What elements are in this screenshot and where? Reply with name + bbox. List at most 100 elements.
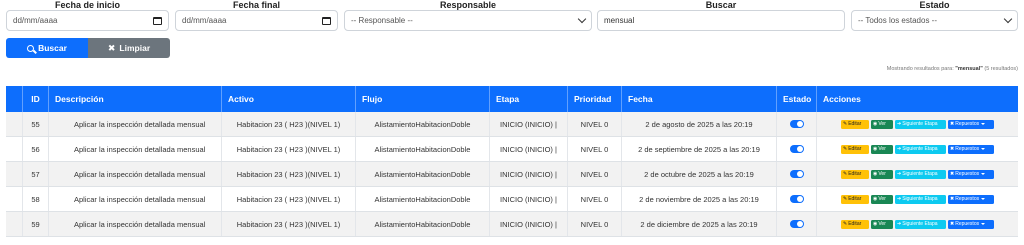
eye-icon: ◉: [873, 221, 878, 227]
cell-estado: [776, 137, 816, 161]
search-button-label: Buscar: [38, 43, 67, 53]
caret-down-icon: [981, 173, 986, 175]
caret-down-icon: [981, 223, 986, 225]
table-row: 59 Aplicar la inspección detallada mensu…: [6, 212, 1018, 237]
fecha-final-value: dd/mm/aaaa: [182, 16, 227, 25]
table-row: 57 Aplicar la inspección detallada mensu…: [6, 162, 1018, 187]
cell-estado: [776, 162, 816, 186]
repuestos-dropdown-button[interactable]: ✖ Repuestos: [948, 194, 994, 204]
filter-buscar: Buscar mensual: [597, 0, 845, 32]
header-id[interactable]: ID: [22, 86, 48, 112]
chevron-down-icon: [577, 14, 587, 24]
repuestos-button-label: Repuestos: [955, 221, 980, 227]
next-stage-button[interactable]: ➔ Siguiente Etapa: [895, 194, 946, 204]
clear-button[interactable]: ✖ Limpiar: [88, 38, 170, 58]
action-group: ✎ Editar ◉ Ver ➔ Siguiente Etapa ✖ Repue…: [841, 194, 994, 204]
view-button[interactable]: ◉ Ver: [871, 144, 893, 154]
caret-down-icon: [981, 198, 986, 200]
cell-descripcion: Aplicar la inspección detallada mensual: [48, 187, 221, 211]
arrow-right-icon: ➔: [897, 121, 902, 127]
close-icon: ✖: [107, 42, 116, 53]
next-stage-button[interactable]: ➔ Siguiente Etapa: [895, 219, 946, 229]
edit-icon: ✎: [843, 171, 848, 177]
header-descripcion[interactable]: Descripción: [48, 86, 221, 112]
header-estado[interactable]: Estado: [776, 86, 816, 112]
repuestos-dropdown-button[interactable]: ✖ Repuestos: [948, 144, 994, 154]
edit-button[interactable]: ✎ Editar: [841, 119, 869, 129]
fecha-final-input[interactable]: dd/mm/aaaa: [175, 10, 338, 31]
wrench-icon: ✖: [950, 221, 955, 227]
responsable-select[interactable]: -- Responsable --: [344, 10, 592, 31]
repuestos-dropdown-button[interactable]: ✖ Repuestos: [948, 219, 994, 229]
estado-select[interactable]: -- Todos los estados --: [851, 10, 1018, 31]
next-stage-button[interactable]: ➔ Siguiente Etapa: [895, 119, 946, 129]
action-group: ✎ Editar ◉ Ver ➔ Siguiente Etapa ✖ Repue…: [841, 169, 994, 179]
cell-estado: [776, 212, 816, 236]
wrench-icon: ✖: [950, 146, 955, 152]
cell-id: 57: [22, 162, 48, 186]
eye-icon: ◉: [873, 171, 878, 177]
next-stage-button-label: Siguiente Etapa: [902, 171, 938, 177]
header-activo[interactable]: Activo: [221, 86, 355, 112]
estado-toggle[interactable]: [789, 170, 804, 178]
cell-prioridad: NIVEL 0: [567, 187, 621, 211]
edit-button[interactable]: ✎ Editar: [841, 194, 869, 204]
header-prioridad[interactable]: Prioridad: [567, 86, 621, 112]
repuestos-button-label: Repuestos: [955, 121, 980, 127]
edit-button-label: Editar: [848, 171, 862, 177]
edit-button[interactable]: ✎ Editar: [841, 144, 869, 154]
search-button[interactable]: Buscar: [6, 38, 88, 58]
fecha-inicio-value: dd/mm/aaaa: [13, 16, 58, 25]
estado-toggle[interactable]: [789, 220, 804, 228]
edit-button[interactable]: ✎ Editar: [841, 219, 869, 229]
view-button-label: Ver: [878, 196, 886, 202]
edit-button[interactable]: ✎ Editar: [841, 169, 869, 179]
cell-descripcion: Aplicar la inspección detallada mensual: [48, 112, 221, 136]
repuestos-dropdown-button[interactable]: ✖ Repuestos: [948, 119, 994, 129]
repuestos-button-label: Repuestos: [955, 171, 980, 177]
cell-activo: Habitacion 23 ( H23 )(NIVEL 1): [221, 212, 355, 236]
results-table: ID Descripción Activo Flujo Etapa Priori…: [6, 86, 1018, 237]
cell-acciones: ✎ Editar ◉ Ver ➔ Siguiente Etapa ✖ Repue…: [816, 162, 1018, 186]
header-fecha[interactable]: Fecha: [621, 86, 776, 112]
table-row: 55 Aplicar la inspección detallada mensu…: [6, 112, 1018, 137]
cell-descripcion: Aplicar la inspección detallada mensual: [48, 162, 221, 186]
action-group: ✎ Editar ◉ Ver ➔ Siguiente Etapa ✖ Repue…: [841, 144, 994, 154]
repuestos-dropdown-button[interactable]: ✖ Repuestos: [948, 169, 994, 179]
chevron-down-icon: [1003, 14, 1013, 24]
next-stage-button[interactable]: ➔ Siguiente Etapa: [895, 169, 946, 179]
header-etapa[interactable]: Etapa: [489, 86, 567, 112]
calendar-icon[interactable]: [322, 16, 331, 25]
header-flujo[interactable]: Flujo: [355, 86, 489, 112]
view-button[interactable]: ◉ Ver: [871, 119, 893, 129]
cell-fecha: 2 de octubre de 2025 a las 20:19: [621, 162, 776, 186]
arrow-right-icon: ➔: [897, 171, 902, 177]
estado-toggle[interactable]: [789, 120, 804, 128]
estado-toggle[interactable]: [789, 195, 804, 203]
view-button[interactable]: ◉ Ver: [871, 194, 893, 204]
cell-estado: [776, 187, 816, 211]
fecha-inicio-input[interactable]: dd/mm/aaaa: [6, 10, 169, 31]
cell-flujo: AlistamientoHabitacionDoble: [355, 137, 489, 161]
cell-fecha: 2 de septiembre de 2025 a las 20:19: [621, 137, 776, 161]
calendar-icon[interactable]: [153, 16, 162, 25]
edit-icon: ✎: [843, 221, 848, 227]
cell-id: 58: [22, 187, 48, 211]
cell-etapa: INICIO (INICIO) |: [489, 212, 567, 236]
search-input[interactable]: mensual: [597, 10, 845, 31]
view-button[interactable]: ◉ Ver: [871, 169, 893, 179]
cell-acciones: ✎ Editar ◉ Ver ➔ Siguiente Etapa ✖ Repue…: [816, 187, 1018, 211]
edit-icon: ✎: [843, 146, 848, 152]
repuestos-button-label: Repuestos: [955, 146, 980, 152]
next-stage-button[interactable]: ➔ Siguiente Etapa: [895, 144, 946, 154]
view-button[interactable]: ◉ Ver: [871, 219, 893, 229]
cell-etapa: INICIO (INICIO) |: [489, 187, 567, 211]
estado-toggle[interactable]: [789, 145, 804, 153]
estado-label: Estado: [919, 0, 950, 10]
cell-etapa: INICIO (INICIO) |: [489, 137, 567, 161]
estado-value: -- Todos los estados --: [858, 16, 937, 25]
edit-icon: ✎: [843, 196, 848, 202]
search-icon: [27, 44, 35, 52]
edit-icon: ✎: [843, 121, 848, 127]
next-stage-button-label: Siguiente Etapa: [902, 221, 938, 227]
